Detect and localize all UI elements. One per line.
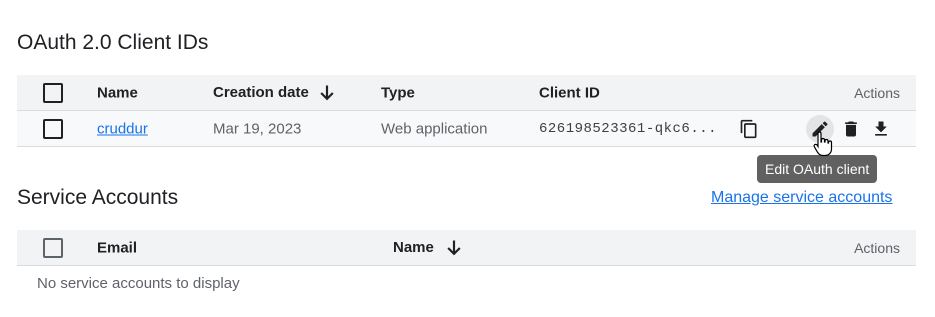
creation-date-value: Mar 19, 2023 xyxy=(213,120,302,137)
delete-button[interactable] xyxy=(837,115,865,143)
row-checkbox[interactable] xyxy=(43,118,63,139)
table-row: cruddur Mar 19, 2023 Web application 626… xyxy=(17,111,916,147)
oauth-section-title: OAuth 2.0 Client IDs xyxy=(17,31,209,54)
select-all-checkbox[interactable] xyxy=(43,82,63,103)
column-header-creation-date[interactable]: Creation date xyxy=(213,83,337,103)
column-header-sa-name-label: Name xyxy=(393,239,434,256)
client-id-value: 626198523361-qkc6... xyxy=(539,120,718,137)
download-button[interactable] xyxy=(867,115,895,143)
arrow-down-icon xyxy=(447,240,461,255)
download-icon xyxy=(875,121,887,136)
column-header-type: Type xyxy=(381,84,415,101)
service-accounts-table-header: Email Name Actions xyxy=(17,230,916,266)
column-header-creation-date-label: Creation date xyxy=(213,84,309,101)
column-header-email: Email xyxy=(97,239,138,256)
column-header-sa-actions: Actions xyxy=(854,239,900,256)
copy-client-id-button[interactable] xyxy=(735,115,763,143)
arrow-down-icon xyxy=(320,85,334,100)
empty-state-text: No service accounts to display xyxy=(37,275,240,292)
type-value: Web application xyxy=(381,120,488,137)
column-header-name[interactable]: Name xyxy=(97,84,138,101)
delete-icon xyxy=(845,121,857,136)
edit-tooltip: Edit OAuth client xyxy=(757,155,878,183)
hand-cursor-icon xyxy=(813,131,833,157)
select-all-service-accounts-checkbox[interactable] xyxy=(43,237,63,258)
column-header-sa-name[interactable]: Name xyxy=(393,238,464,258)
client-name-link[interactable]: cruddur xyxy=(97,120,148,137)
copy-icon xyxy=(740,119,757,138)
oauth-table-header: Name Creation date Type Client ID Action… xyxy=(17,75,916,111)
service-accounts-title: Service Accounts xyxy=(17,186,179,209)
manage-service-accounts-link[interactable]: Manage service accounts xyxy=(711,189,892,207)
column-header-actions: Actions xyxy=(854,84,900,101)
column-header-client-id: Client ID xyxy=(539,84,600,101)
